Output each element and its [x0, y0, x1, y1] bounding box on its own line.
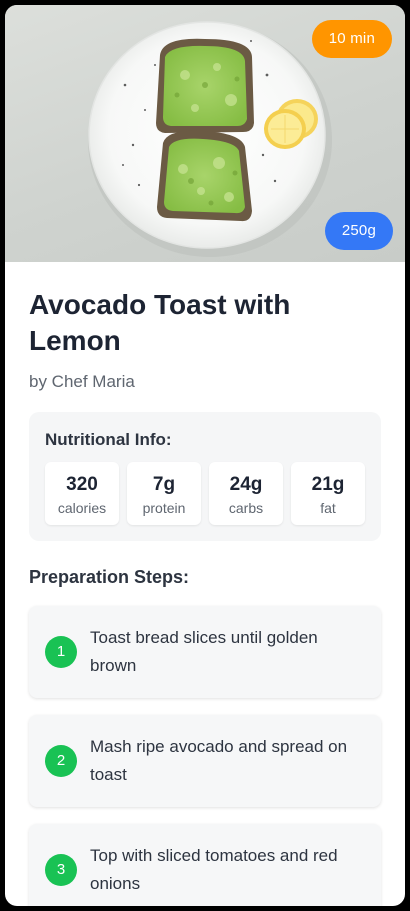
- nutrition-item-carbs: 24g carbs: [209, 462, 283, 525]
- weight-badge: 250g: [324, 212, 393, 250]
- nutrition-label: fat: [320, 500, 336, 516]
- step-item[interactable]: 3 Top with sliced tomatoes and red onion…: [29, 824, 381, 906]
- steps-list: 1 Toast bread slices until golden brown …: [29, 606, 381, 906]
- nutrition-item-protein: 7g protein: [127, 462, 201, 525]
- step-number-badge: 1: [45, 636, 77, 668]
- nutrition-panel: Nutritional Info: 320 calories 7g protei…: [29, 412, 381, 541]
- prep-time-badge: 10 min: [311, 20, 392, 58]
- nutrition-title: Nutritional Info:: [45, 430, 172, 449]
- nutrition-value: 21g: [311, 474, 345, 495]
- nutrition-label: calories: [57, 500, 107, 516]
- step-text: Toast bread slices until golden brown: [90, 628, 318, 675]
- nutrition-value: 320: [66, 474, 98, 495]
- nutrition-label: carbs: [228, 500, 264, 516]
- nutrition-value: 7g: [152, 474, 176, 495]
- step-item[interactable]: 1 Toast bread slices until golden brown: [29, 606, 381, 698]
- steps-title: Preparation Steps:: [29, 567, 190, 587]
- step-item[interactable]: 2 Mash ripe avocado and spread on toast: [29, 715, 381, 807]
- recipe-author: by Chef Maria: [29, 372, 135, 391]
- recipe-photo: 10 min 250g: [5, 5, 405, 262]
- nutrition-grid: 320 calories 7g protein 24g carbs 21g fa…: [45, 462, 365, 525]
- recipe-content: Avocado Toast with Lemon by Chef Maria N…: [5, 287, 405, 906]
- step-text: Mash ripe avocado and spread on toast: [90, 737, 348, 784]
- step-text: Top with sliced tomatoes and red onions: [90, 846, 338, 893]
- nutrition-value: 24g: [229, 474, 263, 495]
- nutrition-item-fat: 21g fat: [291, 462, 365, 525]
- recipe-title: Avocado Toast with Lemon: [29, 289, 291, 356]
- nutrition-item-calories: 320 calories: [45, 462, 119, 525]
- nutrition-label: protein: [142, 500, 186, 516]
- step-number-badge: 2: [45, 745, 77, 777]
- recipe-card: 10 min 250g Avocado Toast with Lemon by …: [5, 5, 405, 906]
- step-number-badge: 3: [45, 854, 77, 886]
